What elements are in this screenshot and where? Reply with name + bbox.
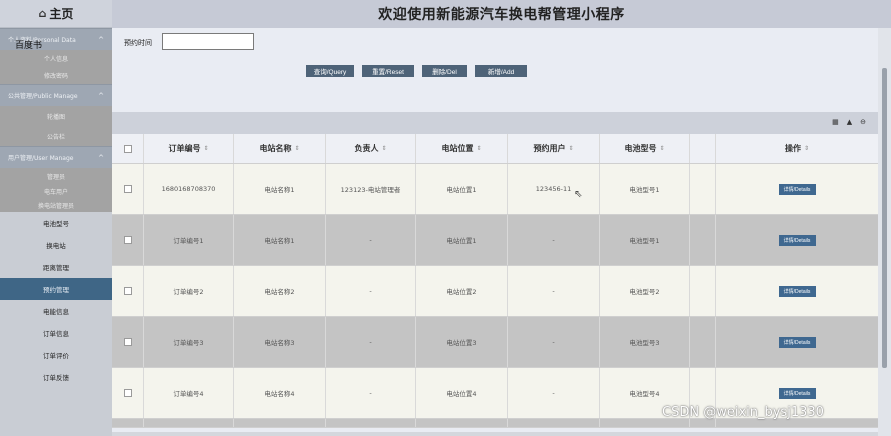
sidebar-item-station-admin[interactable]: 换电站管理员 (0, 198, 112, 212)
action-buttons: 查询/Query 重置/Reset 删除/Del 新增/Add (306, 65, 527, 77)
sidebar-item-reservation[interactable]: 预约管理 (0, 278, 112, 300)
sidebar-item-distance[interactable]: 距离管理 (0, 256, 112, 278)
select-all-checkbox[interactable] (123, 144, 132, 153)
details-button[interactable]: 详情/Details (778, 183, 816, 195)
sidebar-item-ev-user[interactable]: 电车用户 (0, 184, 112, 198)
scrollbar-thumb[interactable] (882, 68, 887, 368)
row-checkbox[interactable] (123, 236, 132, 244)
column-header-user[interactable]: 预约用户 ⇕ (508, 134, 600, 163)
sidebar-group-public[interactable]: 公共管理/Public Manage ^ (0, 84, 112, 106)
header: 欢迎使用新能源汽车换电帮管理小程序 (112, 0, 891, 28)
column-header-actions[interactable]: 操作 ⇕ (716, 134, 878, 163)
sidebar-item-energy[interactable]: 电能信息 (0, 300, 112, 322)
chevron-up-icon: ^ (98, 91, 104, 100)
table-row: 订单编号1 电站名称1 - 电站位置1 - 电池型号1 详情/Details (112, 215, 878, 266)
chevron-up-icon: ^ (98, 35, 104, 44)
table-toolbar: ▦ ▲ ⊖ (112, 112, 878, 134)
table-row (112, 419, 878, 428)
watermark: CSDN @weixin_bysj1330 (662, 405, 824, 420)
settings-icon[interactable]: ⊖ (860, 118, 866, 126)
table-header-row: 订单编号 ⇕ 电站名称 ⇕ 负责人 ⇕ 电站位置 ⇕ 预约用户 ⇕ 电池型号 ⇕ 操作 ⇕ (112, 134, 878, 164)
search-area: 预约时间 查询/Query 重置/Reset 删除/Del 新增/Add (112, 28, 878, 112)
home-link[interactable]: ⌂ 主页 (0, 0, 112, 28)
sort-icon: ⇕ (476, 145, 482, 152)
sort-icon: ⇕ (203, 145, 209, 152)
app-root: ⌂ 主页 个人资料/Personal Data ^ 个人信息 修改密码 公共管理… (0, 0, 891, 436)
sidebar-item-order-feedback[interactable]: 订单反馈 (0, 366, 112, 388)
sidebar-item-station[interactable]: 换电站 (0, 234, 112, 256)
sidebar-item-battery-model[interactable]: 电池型号 (0, 212, 112, 234)
details-button[interactable]: 详情/Details (778, 387, 816, 399)
sort-icon: ⇕ (381, 145, 387, 152)
vertical-scrollbar[interactable] (878, 28, 891, 436)
sidebar-item-change-password[interactable]: 修改密码 (0, 67, 112, 84)
horizontal-scrollbar[interactable] (112, 432, 878, 436)
details-button[interactable]: 详情/Details (778, 234, 816, 246)
row-checkbox[interactable] (123, 287, 132, 295)
table-row: 订单编号3 电站名称3 - 电站位置3 - 电池型号3 详情/Details (112, 317, 878, 368)
sort-icon: ⇕ (294, 145, 300, 152)
details-button[interactable]: 详情/Details (778, 285, 816, 297)
sidebar-item-personal-info[interactable]: 个人信息 (0, 50, 112, 67)
column-header-order-no[interactable]: 订单编号 ⇕ (144, 134, 234, 163)
sidebar-group-user[interactable]: 用户管理/User Manage ^ (0, 146, 112, 168)
query-button[interactable]: 查询/Query (306, 65, 354, 77)
export-icon[interactable]: ▦ (832, 118, 839, 126)
reset-button[interactable]: 重置/Reset (362, 65, 414, 77)
column-header-location[interactable]: 电站位置 ⇕ (416, 134, 508, 163)
reservation-time-input[interactable] (162, 33, 254, 50)
data-table: 订单编号 ⇕ 电站名称 ⇕ 负责人 ⇕ 电站位置 ⇕ 预约用户 ⇕ 电池型号 ⇕ 操作 ⇕ 1… (112, 134, 878, 428)
row-checkbox[interactable] (123, 338, 132, 346)
sidebar-item-notice[interactable]: 公告栏 (0, 126, 112, 146)
sidebar-item-admin[interactable]: 管理员 (0, 168, 112, 184)
page-title: 欢迎使用新能源汽车换电帮管理小程序 (378, 7, 625, 23)
details-button[interactable]: 详情/Details (778, 336, 816, 348)
column-header-station-name[interactable]: 电站名称 ⇕ (234, 134, 326, 163)
add-button[interactable]: 新增/Add (475, 65, 527, 77)
delete-button[interactable]: 删除/Del (422, 65, 467, 77)
table-row: 订单编号2 电站名称2 - 电站位置2 - 电池型号2 详情/Details (112, 266, 878, 317)
sort-icon: ⇕ (803, 145, 810, 152)
table-row: 1680168708370 电站名称1 123123-电站管理者 电站位置1 1… (112, 164, 878, 215)
group-label: 用户管理/User Manage (8, 155, 74, 162)
reservation-time-label: 预约时间 (124, 39, 152, 47)
mouse-cursor-icon: ⇖ (574, 189, 583, 200)
sidebar-item-orders[interactable]: 订单信息 (0, 322, 112, 344)
bookmark-overlay: 百度书 (15, 41, 43, 51)
chevron-up-icon: ^ (98, 153, 104, 162)
sidebar-item-carousel[interactable]: 轮播图 (0, 106, 112, 126)
row-checkbox[interactable] (123, 389, 132, 397)
sort-icon: ⇕ (568, 145, 574, 152)
home-icon: ⌂ (38, 7, 47, 20)
sidebar-item-order-review[interactable]: 订单评价 (0, 344, 112, 366)
home-label: 主页 (49, 7, 74, 21)
column-header-battery[interactable]: 电池型号 ⇕ (600, 134, 690, 163)
row-checkbox[interactable] (123, 185, 132, 193)
group-label: 公共管理/Public Manage (8, 93, 78, 100)
sidebar: ⌂ 主页 个人资料/Personal Data ^ 个人信息 修改密码 公共管理… (0, 0, 112, 436)
sort-icon: ⇕ (659, 145, 665, 152)
print-icon[interactable]: ▲ (847, 118, 852, 126)
column-header-manager[interactable]: 负责人 ⇕ (326, 134, 416, 163)
